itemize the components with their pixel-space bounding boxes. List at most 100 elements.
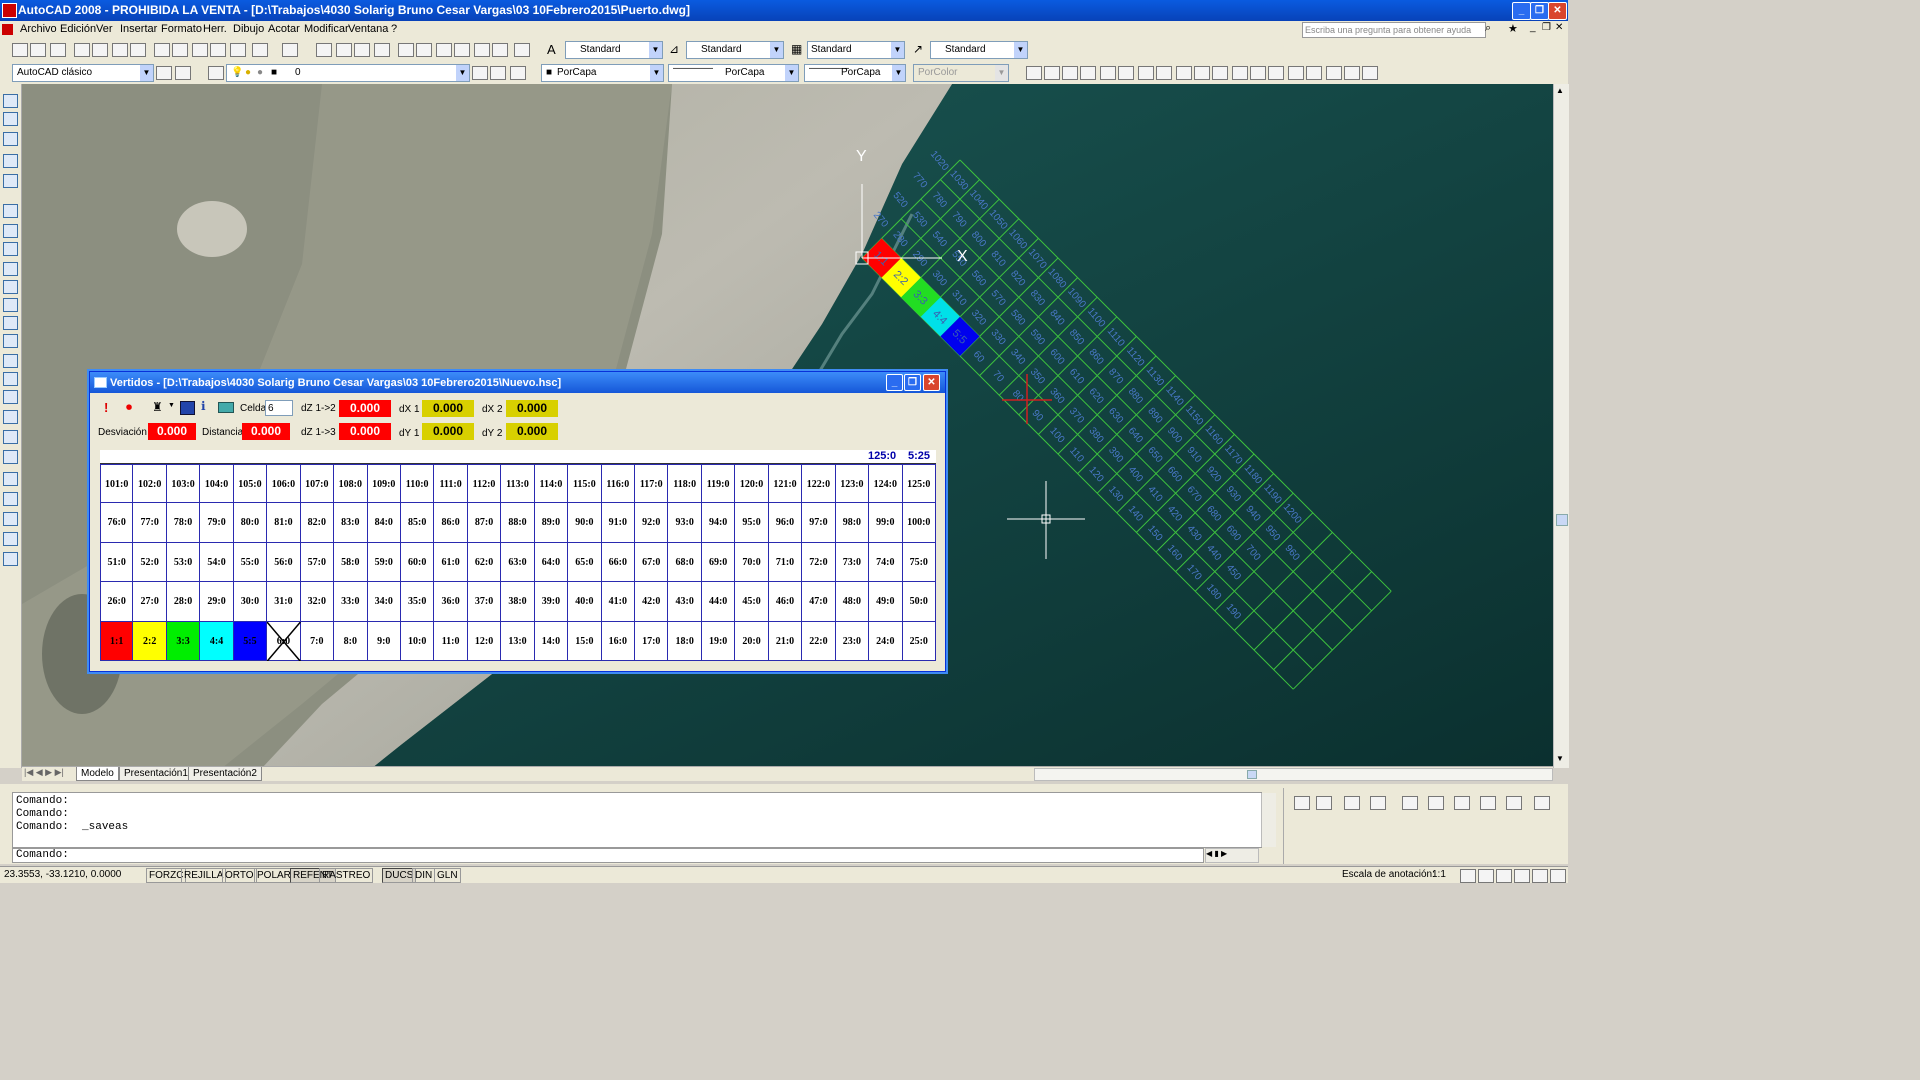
grid-cell-51-0[interactable]: 51:0 xyxy=(100,542,134,583)
grid-cell-42-0[interactable]: 42:0 xyxy=(635,582,669,622)
left-tool-8-icon[interactable] xyxy=(3,242,18,256)
grid-cell-30-0[interactable]: 30:0 xyxy=(233,582,268,622)
grid-cell-14-0[interactable]: 14:0 xyxy=(534,621,569,661)
lineweight-select[interactable]: ———— PorCapa ▼ xyxy=(804,64,906,82)
grid-cell-85-0[interactable]: 85:0 xyxy=(400,503,435,543)
vertical-scrollbar[interactable]: ▲ ▼ xyxy=(1553,84,1569,768)
grid-cell-19-0[interactable]: 19:0 xyxy=(701,621,736,661)
grid-cell-31-0[interactable]: 31:0 xyxy=(267,582,301,622)
grid-cell-62-0[interactable]: 62:0 xyxy=(467,542,502,583)
grid-cell-16-0[interactable]: 16:0 xyxy=(601,621,636,661)
left-tool-11-icon[interactable] xyxy=(3,298,18,312)
status-tool-3-icon[interactable] xyxy=(1496,869,1512,883)
grid-cell-10-0[interactable]: 10:0 xyxy=(400,621,435,661)
grid-cell-84-0[interactable]: 84:0 xyxy=(367,503,401,543)
doc-close-button[interactable]: ✕ xyxy=(1555,22,1563,33)
left-tool-6-icon[interactable] xyxy=(3,204,18,218)
grid-cell-106-0[interactable]: 106:0 xyxy=(267,464,301,504)
draw-tool-6-icon[interactable] xyxy=(1118,66,1134,80)
grid-cell-95-0[interactable]: 95:0 xyxy=(735,503,769,543)
grid-cell-119-0[interactable]: 119:0 xyxy=(701,464,736,504)
std-tool-20-icon[interactable] xyxy=(416,43,432,57)
grid-cell-89-0[interactable]: 89:0 xyxy=(534,503,569,543)
std-tool-3-icon[interactable] xyxy=(50,43,66,57)
std-tool-1-icon[interactable] xyxy=(12,43,28,57)
search-icon[interactable]: ⌕ xyxy=(1485,22,1491,35)
draw-tool-1-icon[interactable] xyxy=(1026,66,1042,80)
status-tool-5-icon[interactable] xyxy=(1532,869,1548,883)
favorites-icon[interactable]: ★ xyxy=(1508,22,1518,35)
grid-cell-24-0[interactable]: 24:0 xyxy=(869,621,903,661)
grid-cell-6-0[interactable]: 6:0 xyxy=(267,621,301,661)
grid-cell-70-0[interactable]: 70:0 xyxy=(735,542,769,583)
dim-style-select[interactable]: Standard ▼ xyxy=(686,41,784,59)
grid-cell-17-0[interactable]: 17:0 xyxy=(635,621,669,661)
grid-cell-8-0[interactable]: 8:0 xyxy=(334,621,368,661)
grid-cell-83-0[interactable]: 83:0 xyxy=(334,503,368,543)
grid-cell-98-0[interactable]: 98:0 xyxy=(835,503,870,543)
left-tool-20-icon[interactable] xyxy=(3,472,18,486)
grid-cell-27-0[interactable]: 27:0 xyxy=(133,582,167,622)
grid-cell-75-0[interactable]: 75:0 xyxy=(902,542,936,583)
left-tool-24-icon[interactable] xyxy=(3,552,18,566)
std-tool-13-icon[interactable] xyxy=(252,43,268,57)
grid-cell-121-0[interactable]: 121:0 xyxy=(768,464,803,504)
std-tool-22-icon[interactable] xyxy=(454,43,470,57)
tab-presentacion2[interactable]: Presentación2 xyxy=(188,767,262,781)
grid-cell-86-0[interactable]: 86:0 xyxy=(434,503,468,543)
grid-cell-43-0[interactable]: 43:0 xyxy=(668,582,702,622)
mleader-style-select[interactable]: Standard ▼ xyxy=(930,41,1028,59)
document-icon[interactable] xyxy=(2,24,13,35)
menu-acotar[interactable]: Acotar xyxy=(268,23,300,35)
grid-cell-52-0[interactable]: 52:0 xyxy=(133,542,167,583)
std-tool-7-icon[interactable] xyxy=(130,43,146,57)
grid-cell-37-0[interactable]: 37:0 xyxy=(467,582,502,622)
left-tool-15-icon[interactable] xyxy=(3,372,18,386)
grid-cell-99-0[interactable]: 99:0 xyxy=(869,503,903,543)
toggle-gln[interactable]: GLN xyxy=(434,868,461,883)
draw-tool-14-icon[interactable] xyxy=(1268,66,1284,80)
menu-formato[interactable]: Formato xyxy=(161,23,202,35)
std-tool-12-icon[interactable] xyxy=(230,43,246,57)
grid-cell-63-0[interactable]: 63:0 xyxy=(501,542,535,583)
std-tool-8-icon[interactable] xyxy=(154,43,170,57)
draw-tool-13-icon[interactable] xyxy=(1250,66,1266,80)
workspace-select[interactable]: AutoCAD clásico ▼ xyxy=(12,64,154,82)
grid-cell-40-0[interactable]: 40:0 xyxy=(568,582,602,622)
grid-cell-59-0[interactable]: 59:0 xyxy=(367,542,401,583)
grid-cell-61-0[interactable]: 61:0 xyxy=(434,542,468,583)
utility-tool-2-icon[interactable] xyxy=(1316,796,1332,810)
grid-cell-90-0[interactable]: 90:0 xyxy=(568,503,602,543)
grid-cell-111-0[interactable]: 111:0 xyxy=(434,464,468,504)
hscroll-thumb[interactable] xyxy=(1247,770,1257,779)
draw-tool-8-icon[interactable] xyxy=(1156,66,1172,80)
std-tool-6-icon[interactable] xyxy=(112,43,128,57)
std-tool-21-icon[interactable] xyxy=(436,43,452,57)
grid-cell-114-0[interactable]: 114:0 xyxy=(534,464,569,504)
doc-restore-button[interactable]: ❐ xyxy=(1542,22,1551,33)
command-scrollbar[interactable] xyxy=(1261,793,1276,847)
grid-cell-72-0[interactable]: 72:0 xyxy=(802,542,836,583)
grid-cell-32-0[interactable]: 32:0 xyxy=(300,582,335,622)
std-tool-15-icon[interactable] xyxy=(316,43,332,57)
utility-tool-6-icon[interactable] xyxy=(1428,796,1444,810)
grid-cell-29-0[interactable]: 29:0 xyxy=(200,582,234,622)
grid-cell-60-0[interactable]: 60:0 xyxy=(400,542,435,583)
grid-cell-66-0[interactable]: 66:0 xyxy=(601,542,636,583)
autocad-app-icon[interactable] xyxy=(2,3,17,18)
grid-cell-50-0[interactable]: 50:0 xyxy=(902,582,936,622)
left-tool-14-icon[interactable] xyxy=(3,354,18,368)
table-style-icon[interactable]: ▦ xyxy=(791,42,802,56)
mleader-style-icon[interactable]: ↗ xyxy=(913,42,923,56)
grid-cell-124-0[interactable]: 124:0 xyxy=(869,464,903,504)
left-tool-13-icon[interactable] xyxy=(3,334,18,348)
toggle-rejilla[interactable]: REJILLA xyxy=(181,868,227,883)
grid-cell-58-0[interactable]: 58:0 xyxy=(334,542,368,583)
std-tool-11-icon[interactable] xyxy=(210,43,226,57)
std-tool-18-icon[interactable] xyxy=(374,43,390,57)
left-tool-1-icon[interactable] xyxy=(3,94,18,108)
grid-cell-81-0[interactable]: 81:0 xyxy=(267,503,301,543)
grid-cell-74-0[interactable]: 74:0 xyxy=(869,542,903,583)
grid-icon[interactable] xyxy=(180,401,195,415)
grid-cell-116-0[interactable]: 116:0 xyxy=(601,464,636,504)
